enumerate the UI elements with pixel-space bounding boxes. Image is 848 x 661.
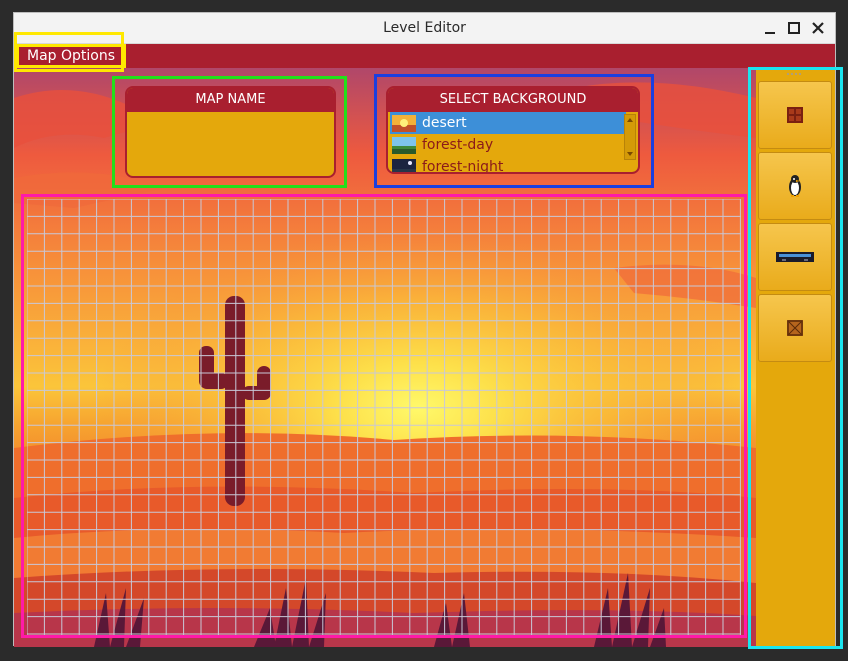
level-editor-window: Level Editor Map Options MAP NAME SELECT… xyxy=(13,12,836,647)
tool-platform-button[interactable] xyxy=(758,223,832,291)
background-option-label: forest-night xyxy=(422,159,504,174)
editor-content: MAP NAME SELECT BACKGROUND desert forest… xyxy=(14,68,835,647)
brick-tile-icon xyxy=(787,107,803,123)
tool-crate-button[interactable] xyxy=(758,294,832,362)
penguin-character-icon xyxy=(789,175,801,197)
background-option-label: desert xyxy=(422,115,467,131)
scroll-up-icon[interactable] xyxy=(625,115,635,125)
select-background-header: SELECT BACKGROUND xyxy=(388,88,638,112)
forest-night-thumbnail-icon xyxy=(392,158,416,172)
background-option-forest-day[interactable]: forest-day xyxy=(390,134,626,156)
background-option-desert[interactable]: desert xyxy=(390,112,626,134)
tool-penguin-character-button[interactable] xyxy=(758,152,832,220)
platform-icon xyxy=(776,252,814,262)
toolbar-grip-handle[interactable] xyxy=(786,72,802,76)
background-option-label: forest-day xyxy=(422,137,494,153)
map-name-panel: MAP NAME xyxy=(125,86,336,178)
tool-brick-tile-button[interactable] xyxy=(758,81,832,149)
title-bar: Level Editor xyxy=(14,13,835,44)
close-icon[interactable] xyxy=(809,19,827,37)
background-list: desert forest-day forest-night xyxy=(390,112,626,172)
scroll-down-icon[interactable] xyxy=(625,149,635,159)
background-select-panel: SELECT BACKGROUND desert forest-day fore… xyxy=(386,86,640,174)
desert-thumbnail-icon xyxy=(392,114,416,132)
background-list-scrollbar[interactable] xyxy=(624,114,636,160)
background-option-forest-night[interactable]: forest-night xyxy=(390,156,626,174)
forest-day-thumbnail-icon xyxy=(392,136,416,154)
maximize-icon[interactable] xyxy=(785,19,803,37)
minimize-icon[interactable] xyxy=(761,19,779,37)
window-title: Level Editor xyxy=(383,20,466,36)
menu-bar: Map Options xyxy=(14,44,835,68)
map-options-menu[interactable]: Map Options xyxy=(16,44,127,68)
tile-grid[interactable] xyxy=(27,199,741,636)
map-name-header: MAP NAME xyxy=(127,88,334,112)
tile-toolbar xyxy=(756,68,835,647)
crate-icon xyxy=(787,320,803,336)
map-name-input[interactable] xyxy=(127,112,334,176)
